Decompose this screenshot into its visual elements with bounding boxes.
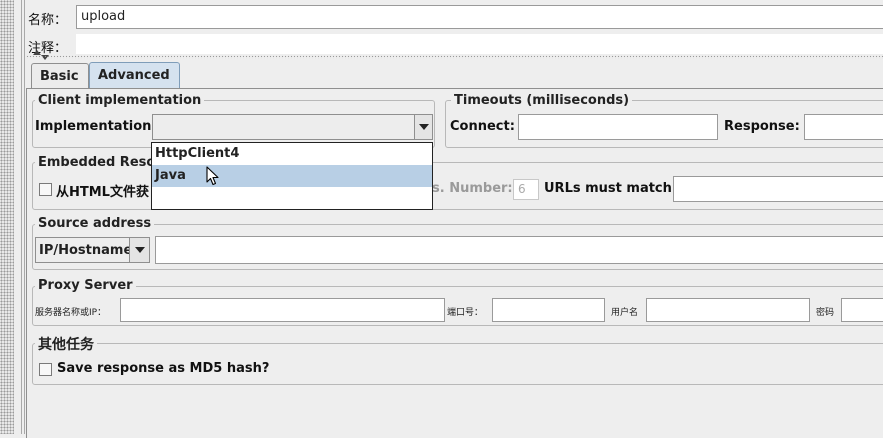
proxy-server-title: Proxy Server xyxy=(35,278,136,293)
proxy-username-label: 用户名 xyxy=(611,308,639,318)
chevron-down-icon xyxy=(418,124,429,130)
source-address-type-combo[interactable]: IP/Hostname xyxy=(35,237,150,263)
other-tasks-title: 其他任务 xyxy=(35,334,97,354)
implementation-dropdown-list: HttpClient4 Java xyxy=(151,142,433,210)
parallel-number-value: 6 xyxy=(518,182,526,196)
response-input[interactable] xyxy=(804,114,883,140)
parallel-number-input[interactable]: 6 xyxy=(513,179,539,200)
response-label: Response: xyxy=(724,119,800,134)
left-divider-2 xyxy=(24,0,25,434)
chevron-down-icon xyxy=(134,247,145,253)
source-address-input[interactable] xyxy=(155,236,883,264)
name-label: 名称： xyxy=(28,13,68,28)
parallel-number-label: s. Number: xyxy=(432,181,513,196)
name-field[interactable]: upload xyxy=(76,5,883,29)
dropdown-option-java[interactable]: Java xyxy=(152,165,432,187)
tab-advanced-label: Advanced xyxy=(98,68,170,83)
tab-basic[interactable]: Basic xyxy=(31,63,89,89)
source-address-type-value: IP/Hostname xyxy=(39,243,133,258)
client-impl-title: Client implementation xyxy=(35,93,205,108)
retrieve-embedded-label: 从HTML文件获 xyxy=(56,185,149,200)
proxy-port-label: 端口号： xyxy=(447,308,484,318)
embedded-resources-title: Embedded Reso xyxy=(35,155,159,170)
urls-must-match-label: URLs must match: xyxy=(544,181,678,196)
tab-advanced[interactable]: Advanced xyxy=(89,62,180,89)
proxy-host-label: 服务器名称或IP： xyxy=(35,308,107,318)
timeouts-title: Timeouts (milliseconds) xyxy=(451,93,633,108)
implementation-combo[interactable] xyxy=(152,114,433,140)
urls-must-match-input[interactable] xyxy=(673,176,883,202)
proxy-port-input[interactable] xyxy=(492,298,605,322)
connect-input[interactable] xyxy=(518,114,718,140)
md5-hash-checkbox[interactable] xyxy=(39,363,52,376)
implementation-dropdown-button[interactable] xyxy=(414,115,432,139)
proxy-username-input[interactable] xyxy=(646,298,810,322)
dropdown-option-httpclient4[interactable]: HttpClient4 xyxy=(152,143,432,165)
retrieve-embedded-checkbox[interactable] xyxy=(39,183,52,196)
proxy-password-input[interactable] xyxy=(841,298,883,322)
comment-field[interactable] xyxy=(76,34,883,54)
md5-hash-label: Save response as MD5 hash? xyxy=(57,361,270,376)
dropdown-option-label: HttpClient4 xyxy=(155,146,240,161)
source-address-title: Source address xyxy=(35,216,155,231)
mouse-cursor-icon xyxy=(206,166,219,186)
connect-label: Connect: xyxy=(450,119,515,134)
tab-basic-label: Basic xyxy=(40,69,79,84)
name-value: upload xyxy=(81,9,126,24)
left-divider xyxy=(21,0,22,434)
horizontal-splitter[interactable] xyxy=(26,55,883,59)
implementation-label: Implementation: xyxy=(35,119,157,134)
proxy-host-input[interactable] xyxy=(120,298,445,322)
dropdown-option-label: Java xyxy=(155,168,186,183)
proxy-password-label: 密码 xyxy=(816,308,835,318)
splitter-track[interactable] xyxy=(0,0,14,434)
source-address-dropdown-button[interactable] xyxy=(129,238,149,262)
